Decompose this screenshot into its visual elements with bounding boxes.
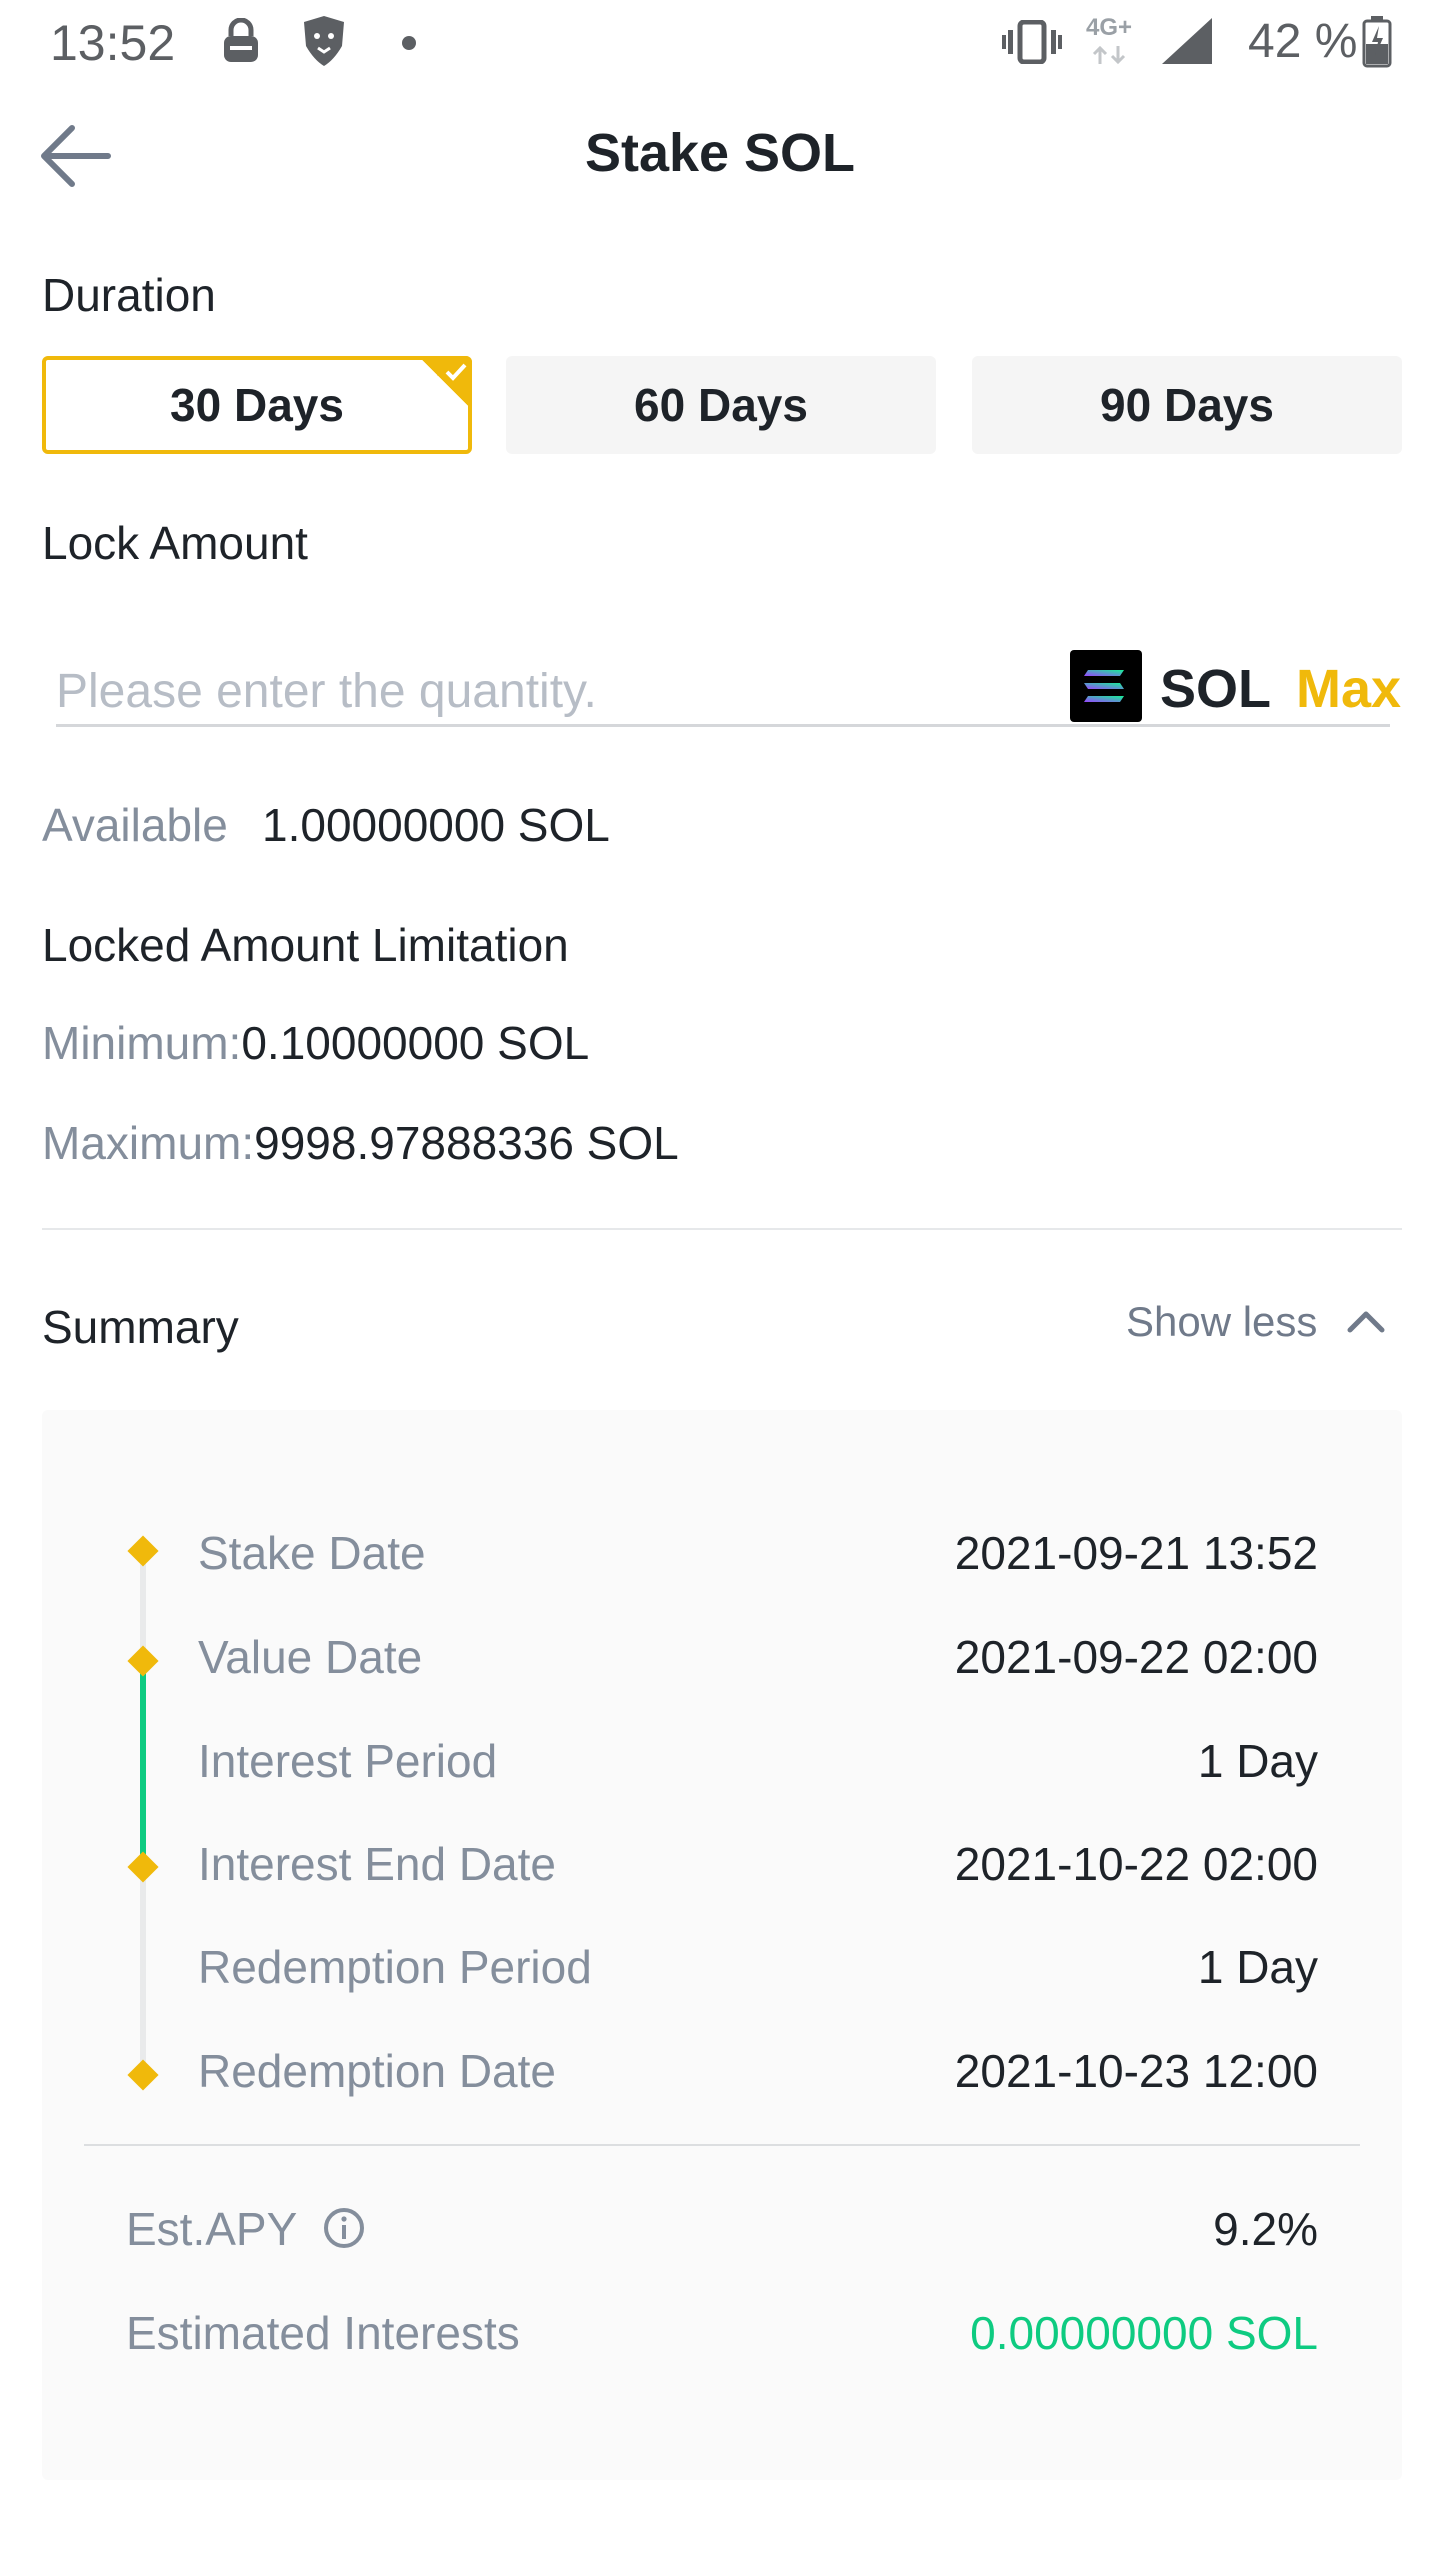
duration-option-label: 90 Days	[1100, 379, 1274, 431]
interest-period-label: Interest Period	[198, 1735, 498, 1787]
summary-title: Summary	[42, 1301, 239, 1353]
maximum-value: 9998.97888336 SOL	[254, 1117, 679, 1169]
minimum-value: 0.10000000 SOL	[241, 1017, 590, 1069]
battery-icon	[1362, 16, 1392, 68]
maximum-row: Maximum:9998.97888336 SOL	[42, 1116, 679, 1170]
redemption-period-label: Redemption Period	[198, 1941, 592, 1993]
duration-option-label: 60 Days	[634, 379, 808, 431]
section-divider	[42, 1228, 1402, 1230]
signal-icon	[1162, 18, 1212, 64]
redemption-period-value: 1 Day	[1197, 1941, 1318, 1993]
dot-icon	[402, 36, 416, 50]
estimated-interests-value: 0.00000000 SOL	[970, 2307, 1318, 2359]
estimated-interests-label: Estimated Interests	[126, 2307, 520, 2359]
status-bar: 13:52 4G+ 42 %	[0, 0, 1440, 88]
value-date-value: 2021-09-22 02:00	[954, 1631, 1318, 1683]
status-time: 13:52	[50, 15, 176, 71]
sol-coin-icon	[1070, 650, 1142, 722]
summary-divider	[84, 2144, 1360, 2146]
network-type: 4G+	[1086, 14, 1133, 41]
show-less-toggle[interactable]: Show less	[1126, 1298, 1317, 1346]
minimum-label: Minimum:	[42, 1017, 242, 1069]
minimum-row: Minimum:0.10000000 SOL	[42, 1016, 589, 1070]
maximum-label: Maximum:	[42, 1117, 255, 1169]
quantity-input[interactable]	[56, 660, 1036, 722]
selected-check-icon	[418, 356, 472, 410]
brave-lion-icon	[304, 16, 344, 66]
chevron-up-icon[interactable]	[1346, 1308, 1386, 1334]
est-apy-label: Est.APY	[126, 2203, 298, 2255]
duration-option-label: 30 Days	[170, 379, 344, 431]
duration-option-60[interactable]: 60 Days	[506, 356, 936, 454]
redemption-date-value: 2021-10-23 12:00	[954, 2045, 1318, 2097]
vibrate-icon	[1002, 20, 1062, 64]
lock-amount-label: Lock Amount	[42, 517, 308, 569]
duration-option-30[interactable]: 30 Days	[42, 356, 472, 454]
duration-option-90[interactable]: 90 Days	[972, 356, 1402, 454]
data-arrows-icon	[1092, 45, 1126, 65]
stake-date-label: Stake Date	[198, 1527, 426, 1579]
info-icon[interactable]	[322, 2206, 366, 2250]
timeline-progress	[140, 1662, 146, 1868]
lock-icon	[224, 18, 258, 62]
value-date-label: Value Date	[198, 1631, 423, 1683]
available-label: Available	[42, 799, 228, 851]
available-value: 1.00000000 SOL	[262, 799, 610, 851]
stake-date-value: 2021-09-21 13:52	[954, 1527, 1318, 1579]
input-underline	[56, 724, 1390, 727]
limitation-title: Locked Amount Limitation	[42, 919, 569, 971]
battery-percent: 42 %	[1248, 15, 1358, 68]
redemption-date-label: Redemption Date	[198, 2045, 556, 2097]
est-apy-value: 9.2%	[1213, 2203, 1318, 2255]
interest-period-value: 1 Day	[1197, 1735, 1318, 1787]
interest-end-date-label: Interest End Date	[198, 1838, 556, 1890]
coin-symbol: SOL	[1160, 659, 1272, 719]
interest-end-date-value: 2021-10-22 02:00	[954, 1838, 1318, 1890]
max-button[interactable]: Max	[1296, 658, 1401, 720]
duration-label: Duration	[42, 269, 216, 321]
page-title: Stake SOL	[584, 123, 856, 183]
